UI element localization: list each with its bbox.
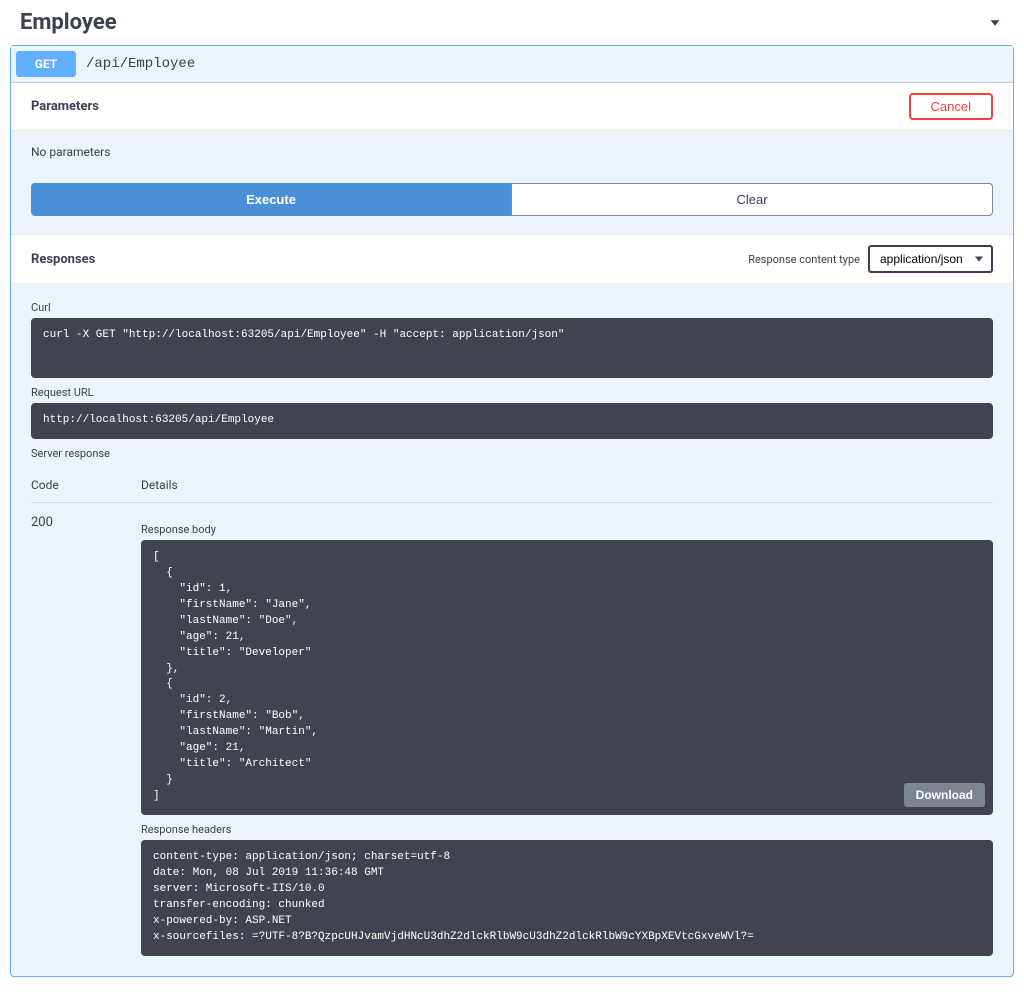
clear-button[interactable]: Clear [511,183,993,216]
content-type-select[interactable]: application/json [868,245,993,273]
no-parameters-text: No parameters [11,131,1013,173]
action-button-row: Execute Clear [11,173,1013,234]
response-headers-label: Response headers [141,823,993,836]
endpoint-path: /api/Employee [86,56,195,72]
response-row: 200 Response body [ { "id": 1, "firstNam… [31,502,993,956]
response-body-label: Response body [141,523,993,536]
endpoint-header[interactable]: Employee [0,0,1024,45]
response-body-wrap: [ { "id": 1, "firstName": "Jane", "lastN… [141,540,993,815]
responses-body: Curl curl -X GET "http://localhost:63205… [11,283,1013,976]
responses-heading: Responses [31,252,95,267]
cancel-button[interactable]: Cancel [909,93,993,120]
content-type-wrap: Response content type application/json [748,245,993,273]
http-method-badge: GET [16,51,76,77]
operation-summary[interactable]: GET /api/Employee [11,46,1013,83]
responses-header: Responses Response content type applicat… [11,234,1013,283]
parameters-heading: Parameters [31,99,99,114]
parameters-header: Parameters Cancel [11,83,1013,131]
server-response-label: Server response [31,447,993,460]
operation-block: GET /api/Employee Parameters Cancel No p… [10,45,1014,977]
download-button[interactable]: Download [904,783,985,807]
response-table-header: Code Details [31,472,993,498]
details-column-header: Details [141,478,993,492]
response-headers-block: content-type: application/json; charset=… [141,840,993,956]
request-url-block: http://localhost:63205/api/Employee [31,403,993,439]
curl-command-block: curl -X GET "http://localhost:63205/api/… [31,318,993,378]
endpoint-title: Employee [20,10,117,35]
details-column: Response body [ { "id": 1, "firstName": … [141,515,993,956]
curl-label: Curl [31,301,993,314]
response-body-block: [ { "id": 1, "firstName": "Jane", "lastN… [141,540,993,815]
content-type-label: Response content type [748,253,860,266]
execute-button[interactable]: Execute [31,183,511,216]
chevron-down-icon [986,14,1004,32]
request-url-label: Request URL [31,386,993,399]
status-code: 200 [31,515,141,956]
code-column-header: Code [31,478,141,492]
